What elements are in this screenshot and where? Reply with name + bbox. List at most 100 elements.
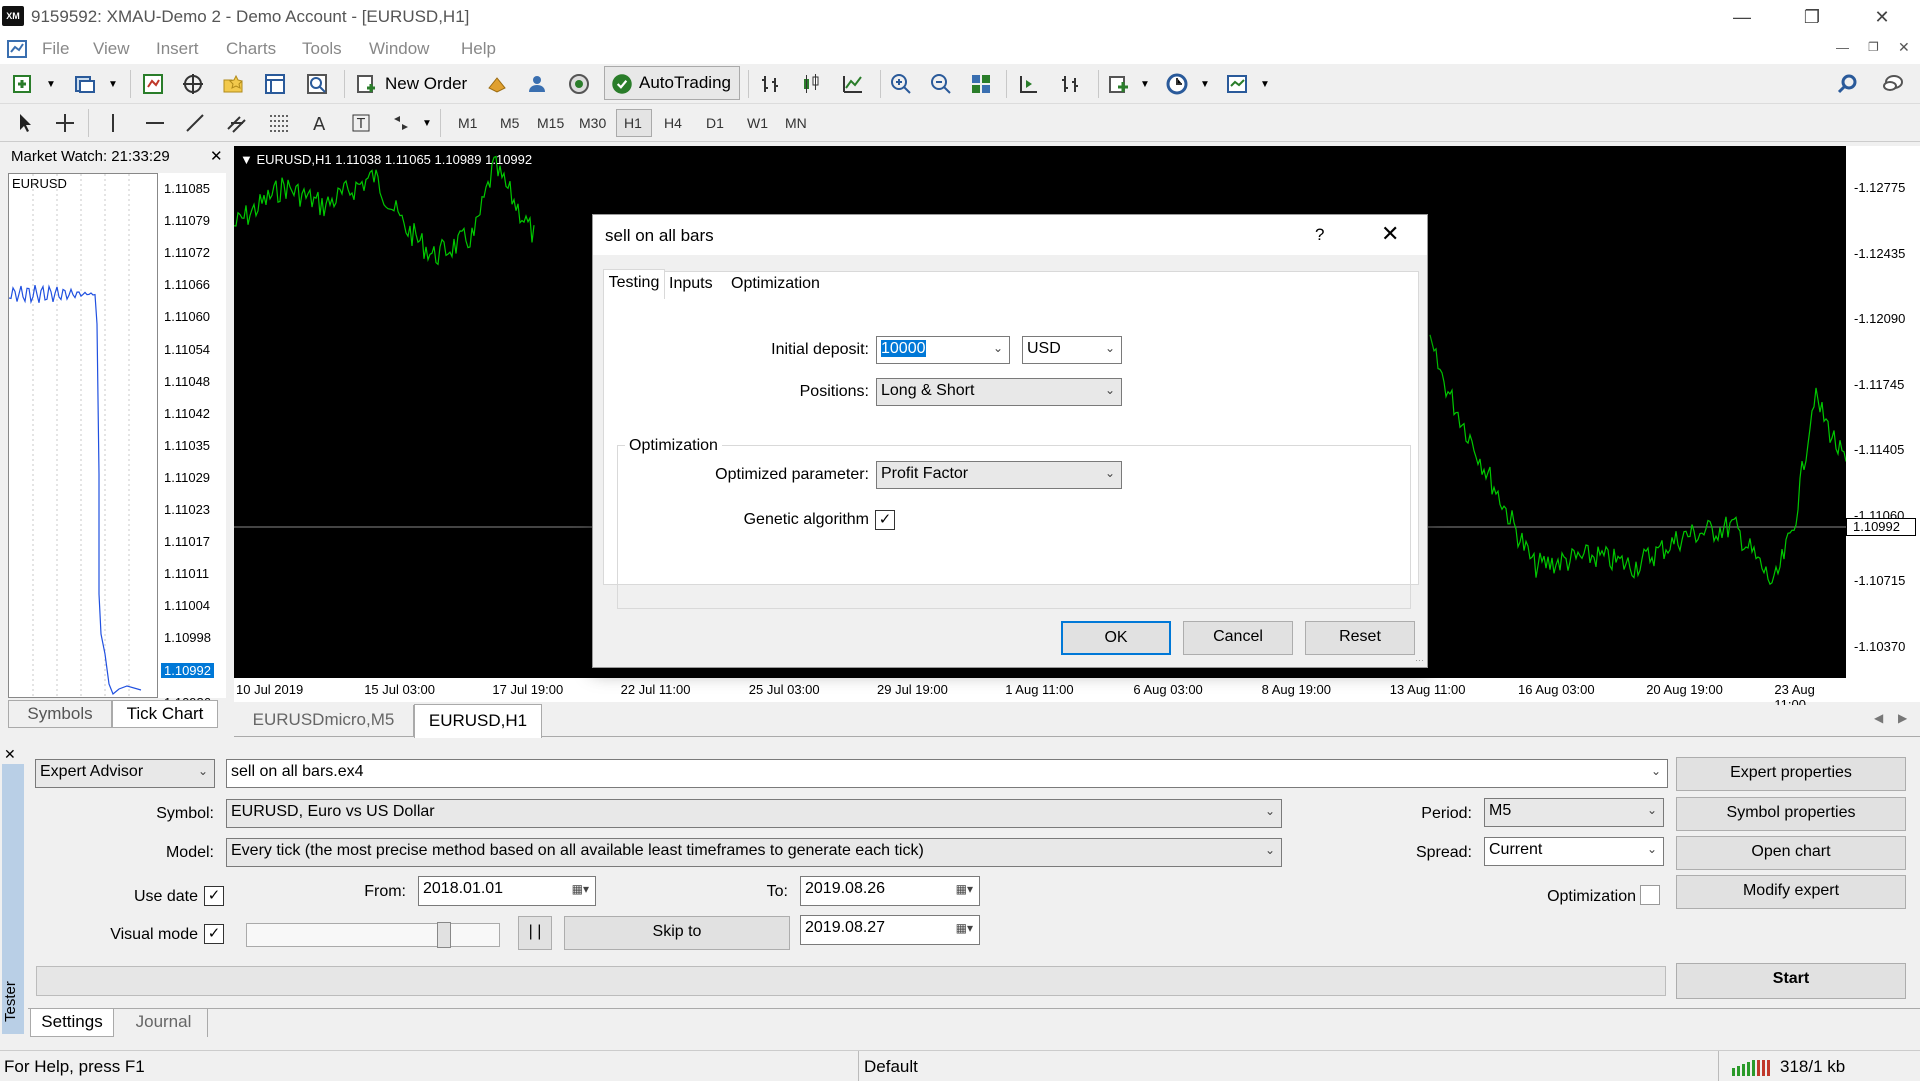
chart-shift-icon[interactable] [1014,69,1044,99]
menu-view[interactable]: View [93,39,130,59]
pause-button[interactable]: | | [518,916,552,950]
templates-icon[interactable] [1222,69,1252,99]
spread-combo[interactable]: Current ⌄ [1484,837,1664,866]
timeframe-mn[interactable]: MN [785,115,807,131]
signals-icon[interactable] [522,69,552,99]
autoscroll-icon[interactable] [1056,69,1086,99]
crosshair-icon[interactable] [50,108,80,138]
vertical-line-icon[interactable] [98,108,128,138]
navigator-icon[interactable] [218,69,248,99]
timeframe-w1[interactable]: W1 [747,115,768,131]
visual-mode-checkbox[interactable]: ✓ [204,924,224,944]
tile-windows-icon[interactable] [966,69,996,99]
dropdown-arrow-icon[interactable]: ▼ [46,79,56,90]
menu-help[interactable]: Help [461,39,496,59]
dropdown-arrow-icon[interactable]: ▼ [422,118,432,129]
zoom-out-icon[interactable] [926,69,956,99]
timeframe-m30[interactable]: M30 [579,115,606,131]
search-icon[interactable] [1832,69,1862,99]
chart-dropdown-icon[interactable]: ▼ [240,152,253,167]
tab-scroll-left-icon[interactable]: ◀ [1874,711,1883,725]
resize-grip-icon[interactable]: ⋯ [1415,655,1424,666]
menu-file[interactable]: File [42,39,69,59]
ok-button[interactable]: OK [1061,621,1171,655]
symbol-properties-button[interactable]: Symbol properties [1676,797,1906,831]
skip-to-button[interactable]: Skip to [564,916,790,950]
horizontal-line-icon[interactable] [140,108,170,138]
to-date-picker[interactable]: 2019.08.26 ▦▾ [800,876,980,906]
tester-close-icon[interactable]: ✕ [4,746,16,763]
visual-speed-slider[interactable] [246,922,500,948]
terminal-icon[interactable] [260,69,290,99]
gold-icon[interactable] [482,69,512,99]
timeframe-m15[interactable]: M15 [537,115,564,131]
child-restore-button[interactable]: ❐ [1868,40,1879,54]
indicators-icon[interactable] [1104,69,1134,99]
new-order-icon[interactable] [352,69,382,99]
menu-window[interactable]: Window [369,39,429,59]
optimized-parameter-combo[interactable]: Profit Factor ⌄ [876,461,1122,489]
line-chart-icon[interactable] [838,69,868,99]
modify-expert-button[interactable]: Modify expert [1676,875,1906,909]
text-label-icon[interactable]: T [346,108,376,138]
tab-eurusd-h1[interactable]: EURUSD,H1 [414,704,542,738]
expert-combo[interactable]: sell on all bars.ex4 ⌄ [226,759,1668,788]
timeframe-m1[interactable]: M1 [458,115,477,131]
period-combo[interactable]: M5 ⌄ [1484,798,1664,827]
tab-inputs[interactable]: Inputs [669,275,713,293]
tester-type-combo[interactable]: Expert Advisor ⌄ [35,759,215,788]
dialog-help-button[interactable]: ? [1315,225,1324,245]
close-button[interactable]: ✕ [1860,4,1904,30]
restore-button[interactable]: ❐ [1790,4,1834,30]
tab-journal[interactable]: Journal [120,1009,208,1037]
from-date-picker[interactable]: 2018.01.01 ▦▾ [418,876,596,906]
tab-optimization[interactable]: Optimization [731,275,820,293]
profiles-icon[interactable] [70,69,100,99]
zoom-in-icon[interactable] [886,69,916,99]
timeframe-h1[interactable]: H1 [624,115,642,131]
new-chart-icon[interactable] [8,69,38,99]
bar-chart-icon[interactable] [756,69,786,99]
use-date-checkbox[interactable]: ✓ [204,886,224,906]
expert-properties-button[interactable]: Expert properties [1676,757,1906,791]
model-combo[interactable]: Every tick (the most precise method base… [226,838,1282,867]
chart-menu-icon[interactable] [6,38,28,60]
market-watch-close-icon[interactable]: ✕ [210,147,223,165]
dropdown-arrow-icon[interactable]: ▼ [1260,79,1270,90]
dialog-close-icon[interactable]: ✕ [1381,221,1399,247]
slider-thumb[interactable] [437,922,451,948]
tab-settings[interactable]: Settings [30,1009,114,1037]
dropdown-arrow-icon[interactable]: ▼ [108,79,118,90]
candlestick-icon[interactable] [796,69,826,99]
menu-insert[interactable]: Insert [156,39,199,59]
timeframe-d1[interactable]: D1 [706,115,724,131]
autotrading-button[interactable]: AutoTrading [604,66,740,100]
positions-combo[interactable]: Long & Short ⌄ [876,378,1122,406]
cursor-icon[interactable] [10,108,40,138]
crosshair-nav-icon[interactable] [178,69,208,99]
genetic-algorithm-checkbox[interactable]: ✓ [875,510,895,530]
tab-tick-chart[interactable]: Tick Chart [112,700,218,728]
arrows-icon[interactable] [386,108,416,138]
dropdown-arrow-icon[interactable]: ▼ [1200,79,1210,90]
symbol-combo[interactable]: EURUSD, Euro vs US Dollar ⌄ [226,799,1282,828]
child-close-button[interactable]: ✕ [1898,39,1910,56]
menu-tools[interactable]: Tools [302,39,342,59]
currency-combo[interactable]: USD ⌄ [1022,336,1122,364]
fibonacci-icon[interactable] [264,108,294,138]
cancel-button[interactable]: Cancel [1183,621,1293,655]
periods-icon[interactable] [1162,69,1192,99]
new-order-button[interactable]: New Order [385,74,467,94]
optimization-checkbox[interactable] [1640,885,1660,905]
open-chart-button[interactable]: Open chart [1676,836,1906,870]
equidistant-channel-icon[interactable] [222,108,252,138]
minimize-button[interactable]: — [1720,4,1764,30]
trendline-icon[interactable] [180,108,210,138]
timeframe-h4[interactable]: H4 [664,115,682,131]
tab-testing[interactable]: Testing [603,269,665,299]
timeframe-m5[interactable]: M5 [500,115,519,131]
text-icon[interactable]: A [304,108,334,138]
strategy-tester-icon[interactable] [302,69,332,99]
child-minimize-button[interactable]: — [1836,40,1849,55]
start-button[interactable]: Start [1676,963,1906,999]
